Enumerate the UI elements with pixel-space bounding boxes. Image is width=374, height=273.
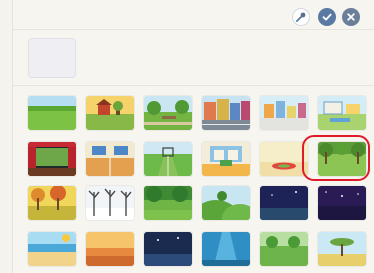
close-icon <box>347 13 355 21</box>
theater-thumbnail <box>28 142 76 176</box>
gym-thumbnail <box>86 142 134 176</box>
background-thumbnail-savanna[interactable] <box>318 232 366 266</box>
beach-thumbnail <box>28 232 76 266</box>
night-field-thumbnail <box>260 186 308 220</box>
hills-thumbnail <box>202 186 250 220</box>
garden-thumbnail <box>260 232 308 266</box>
background-thumbnail-hills[interactable] <box>202 186 250 220</box>
winter-forest-thumbnail <box>86 186 134 220</box>
confirm-button[interactable] <box>318 8 336 26</box>
background-thumbnail-forest-clearing[interactable] <box>318 142 366 176</box>
background-thumbnail-grass-field[interactable] <box>28 96 76 130</box>
background-thumbnail-farm[interactable] <box>86 96 134 130</box>
background-thumbnail-town[interactable] <box>260 96 308 130</box>
checkmark-icon <box>322 13 332 21</box>
close-button[interactable] <box>342 8 360 26</box>
background-thumbnail-city-street[interactable] <box>202 96 250 130</box>
background-thumbnail-room[interactable] <box>260 142 308 176</box>
background-thumbnail-garden[interactable] <box>260 232 308 266</box>
background-thumbnail-soccer-field[interactable] <box>144 142 192 176</box>
background-thumbnail-playground[interactable] <box>318 96 366 130</box>
room-thumbnail <box>260 142 308 176</box>
night-city-thumbnail <box>144 232 192 266</box>
selected-background-preview <box>28 38 76 78</box>
grass-field-thumbnail <box>28 96 76 130</box>
city-street-thumbnail <box>202 96 250 130</box>
desert-thumbnail <box>86 232 134 266</box>
background-thumbnail-jungle[interactable] <box>144 186 192 220</box>
eyedropper-icon <box>296 12 306 22</box>
underwater-thumbnail <box>202 232 250 266</box>
background-thumbnail-night-sky[interactable] <box>318 186 366 220</box>
background-thumbnail-theater[interactable] <box>28 142 76 176</box>
background-thumbnail-underwater[interactable] <box>202 232 250 266</box>
background-thumbnail-winter-forest[interactable] <box>86 186 134 220</box>
playground-thumbnail <box>318 96 366 130</box>
background-thumbnail-beach[interactable] <box>28 232 76 266</box>
divider <box>12 85 374 86</box>
soccer-field-thumbnail <box>144 142 192 176</box>
night-sky-thumbnail <box>318 186 366 220</box>
background-thumbnail-park[interactable] <box>144 96 192 130</box>
farm-thumbnail <box>86 96 134 130</box>
background-thumbnail-desert[interactable] <box>86 232 134 266</box>
savanna-thumbnail <box>318 232 366 266</box>
forest-clearing-thumbnail <box>318 142 366 176</box>
town-thumbnail <box>260 96 308 130</box>
kitchen-thumbnail <box>202 142 250 176</box>
park-thumbnail <box>144 96 192 130</box>
eyedropper-button[interactable] <box>292 8 310 26</box>
background-thumbnail-gym[interactable] <box>86 142 134 176</box>
jungle-thumbnail <box>144 186 192 220</box>
background-thumbnail-kitchen[interactable] <box>202 142 250 176</box>
background-thumbnail-autumn-forest[interactable] <box>28 186 76 220</box>
autumn-forest-thumbnail <box>28 186 76 220</box>
background-thumbnail-night-city[interactable] <box>144 232 192 266</box>
background-thumbnail-night-field[interactable] <box>260 186 308 220</box>
